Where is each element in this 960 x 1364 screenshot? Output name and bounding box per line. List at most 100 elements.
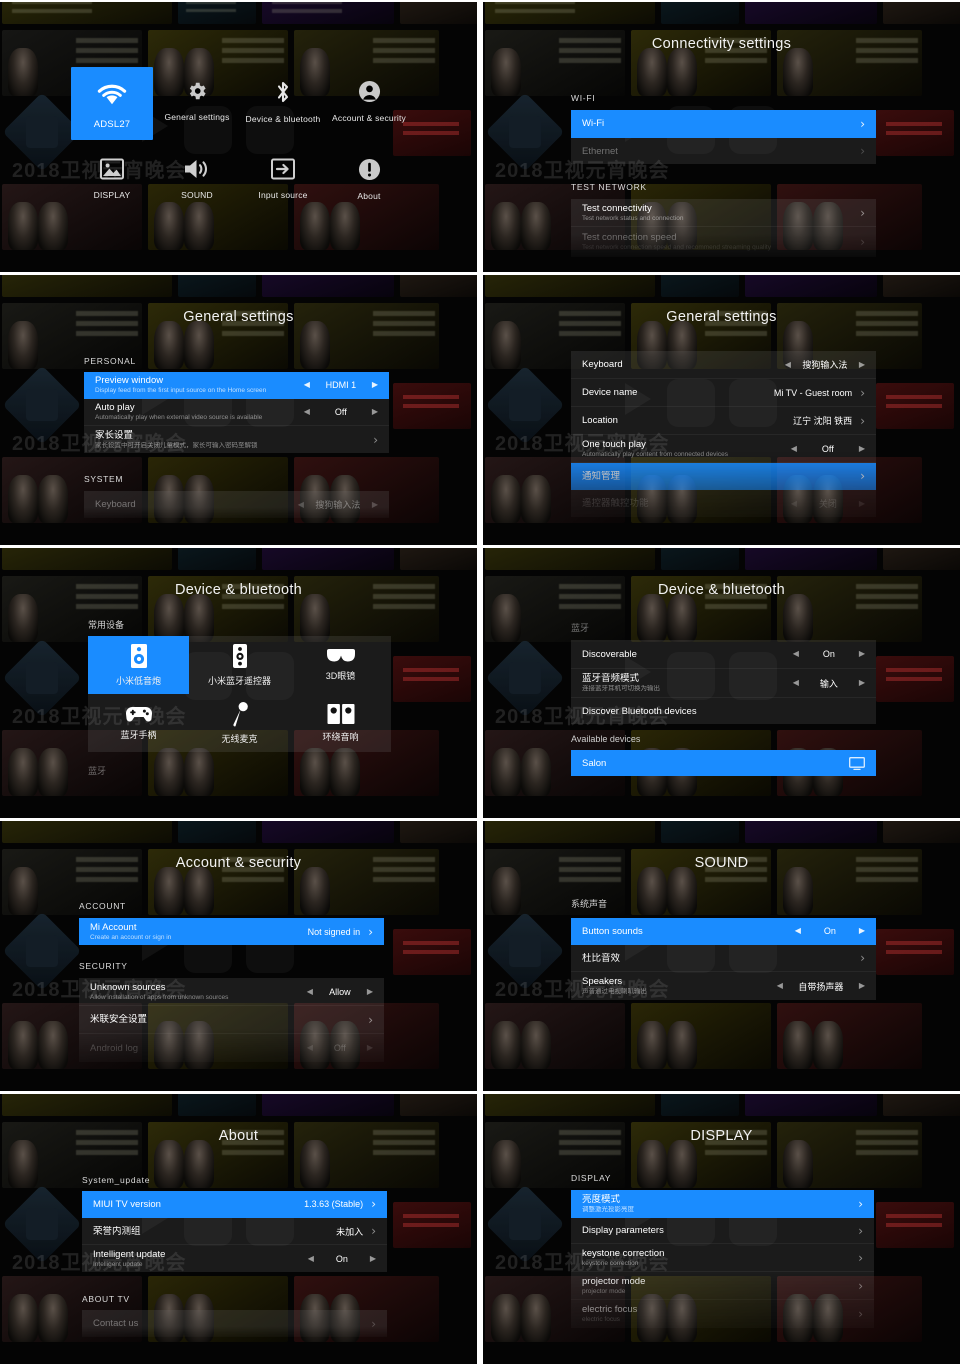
value-spinner[interactable]: ◀ On ▶	[795, 926, 865, 936]
device-subwoofer[interactable]: 小米低音炮	[88, 636, 189, 694]
row-title: Contact us	[93, 1318, 139, 1329]
device-label: 环绕音响	[322, 732, 359, 742]
arrow-right-icon[interactable]: ▶	[859, 499, 865, 508]
row-auto-play[interactable]: Auto play Automatically play when extern…	[84, 399, 389, 426]
arrow-left-icon[interactable]: ◀	[795, 927, 801, 935]
row-discover-bluetooth-devices[interactable]: Discover Bluetooth devices	[571, 698, 876, 724]
arrow-left-icon[interactable]: ◀	[777, 982, 783, 990]
row-unknown-sources[interactable]: Unknown sources Allow installation of ap…	[79, 978, 384, 1006]
row-one-touch-play[interactable]: One touch play Automatically play conten…	[571, 435, 876, 463]
row-display-parameters[interactable]: Display parameters ›	[571, 1218, 874, 1244]
value-spinner[interactable]: ◀ 搜狗输入法 ▶	[785, 358, 865, 371]
row-android-log[interactable]: Android log ◀ Off ▶	[79, 1034, 384, 1062]
row-electric-focus[interactable]: electric focus electric focus ›	[571, 1300, 874, 1328]
row-keyboard[interactable]: Keyboard ◀ 搜狗输入法 ▶	[84, 491, 389, 518]
arrow-right-icon[interactable]: ▶	[372, 500, 378, 509]
row-miui-tv-version[interactable]: MIUI TV version 1.3.63 (Stable) ›	[82, 1191, 387, 1218]
value-spinner[interactable]: ◀ 自带扬声器 ▶	[777, 980, 865, 993]
arrow-right-icon[interactable]: ▶	[370, 1254, 376, 1263]
chevron-right-icon: ›	[858, 1250, 863, 1265]
tile-sound[interactable]: SOUND	[158, 158, 236, 200]
row-wifi[interactable]: Wi-Fi ›	[571, 110, 876, 138]
row-contact-us[interactable]: Contact us ›	[82, 1310, 387, 1337]
bluetooth-icon	[274, 80, 292, 104]
row-device-name[interactable]: Device name Mi TV - Guest room ›	[571, 379, 876, 407]
row-remote-touch-function[interactable]: 遥控器触控功能 ◀ 关闭 ▶	[571, 490, 876, 517]
section-label-available-devices: Available devices	[571, 734, 641, 744]
row-mi-account[interactable]: Mi Account Create an account or sign in …	[79, 918, 384, 945]
row-bt-audio-mode[interactable]: 蓝牙音频模式 连接蓝牙耳机可切换为输出 ◀ 输入 ▶	[571, 669, 876, 698]
row-parental-settings[interactable]: 家长设置 家长设置中可开启关闭儿童模式，家长可输入密码至解锁 ›	[84, 426, 389, 453]
section-label-bluetooth: 蓝牙	[88, 766, 107, 776]
row-projector-mode[interactable]: projector mode projector mode ›	[571, 1272, 874, 1300]
arrow-right-icon[interactable]: ▶	[367, 1044, 373, 1052]
row-ethernet[interactable]: Ethernet ›	[571, 138, 876, 164]
arrow-left-icon[interactable]: ◀	[308, 1254, 314, 1263]
arrow-right-icon[interactable]: ▶	[372, 408, 378, 416]
row-value: Off	[821, 443, 834, 454]
arrow-right-icon[interactable]: ▶	[859, 444, 865, 453]
arrow-left-icon[interactable]: ◀	[304, 381, 310, 389]
device-3d-glasses[interactable]: 3D眼镜	[290, 636, 391, 694]
value-spinner[interactable]: ◀ Off ▶	[791, 444, 865, 454]
arrow-right-icon[interactable]: ▶	[859, 927, 865, 935]
value-spinner[interactable]: ◀ 关闭 ▶	[791, 497, 865, 510]
arrow-right-icon[interactable]: ▶	[859, 679, 865, 687]
row-dolby-audio[interactable]: 杜比音效 ›	[571, 945, 876, 972]
arrow-left-icon[interactable]: ◀	[307, 1044, 313, 1052]
row-brightness-mode[interactable]: 亮度模式 调整激光投影亮度 ›	[571, 1190, 874, 1218]
arrow-right-icon[interactable]: ▶	[859, 360, 865, 369]
arrow-left-icon[interactable]: ◀	[785, 360, 791, 369]
tile-wifi-adsl27[interactable]: ADSL27	[71, 67, 153, 140]
row-keyboard[interactable]: Keyboard ◀ 搜狗输入法 ▶	[571, 351, 876, 379]
arrow-left-icon[interactable]: ◀	[304, 408, 310, 416]
arrow-right-icon[interactable]: ▶	[859, 650, 865, 658]
row-intelligent-update[interactable]: Intelligent update Intelligent update ◀ …	[82, 1245, 387, 1272]
tile-device-bluetooth[interactable]: Device & bluetooth	[244, 80, 322, 124]
row-device-salon[interactable]: Salon	[571, 750, 876, 776]
value-spinner[interactable]: ◀ 搜狗输入法 ▶	[298, 498, 378, 511]
chevron-right-icon: ›	[371, 1197, 376, 1211]
device-bt-remote[interactable]: 小米蓝牙遥控器	[189, 636, 290, 694]
value-spinner[interactable]: ◀ HDMI 1 ▶	[304, 380, 378, 390]
value-spinner[interactable]: ◀ 输入 ▶	[793, 677, 865, 690]
arrow-left-icon[interactable]: ◀	[791, 499, 797, 508]
row-location[interactable]: Location 辽宁 沈阳 铁西 ›	[571, 407, 876, 435]
arrow-left-icon[interactable]: ◀	[307, 987, 313, 996]
device-surround-speakers[interactable]: 环绕音响	[290, 694, 391, 752]
row-speakers[interactable]: Speakers 声音通过电视喇叭输出 ◀ 自带扬声器 ▶	[571, 972, 876, 1000]
row-test-connection-speed[interactable]: Test connection speed Test network conne…	[571, 227, 876, 257]
row-discoverable[interactable]: Discoverable ◀ On ▶	[571, 640, 876, 669]
row-keystone-correction[interactable]: keystone correction keystone correction …	[571, 1244, 874, 1272]
arrow-left-icon[interactable]: ◀	[791, 444, 797, 453]
tile-general-settings[interactable]: General settings	[158, 80, 236, 122]
tile-account-security[interactable]: Account & security	[330, 80, 408, 123]
row-preview-window[interactable]: Preview window Display feed from the fir…	[84, 372, 389, 399]
row-title: Auto play	[95, 402, 135, 413]
row-title: Location	[582, 415, 618, 426]
arrow-left-icon[interactable]: ◀	[298, 500, 304, 509]
tile-about[interactable]: About	[330, 158, 408, 201]
tile-display[interactable]: DISPLAY	[73, 158, 151, 200]
row-button-sounds[interactable]: Button sounds ◀ On ▶	[571, 918, 876, 945]
gear-icon	[186, 80, 208, 102]
row-beta-group[interactable]: 荣誉内测组 未加入 ›	[82, 1218, 387, 1245]
arrow-right-icon[interactable]: ▶	[372, 381, 378, 389]
value-spinner[interactable]: ◀ Off ▶	[304, 407, 378, 417]
device-gamepad[interactable]: 蓝牙手柄	[88, 694, 189, 752]
arrow-right-icon[interactable]: ▶	[859, 982, 865, 990]
value-spinner[interactable]: ◀ On ▶	[793, 649, 865, 659]
row-milian-security-settings[interactable]: 米联安全设置 ›	[79, 1006, 384, 1034]
arrow-left-icon[interactable]: ◀	[793, 650, 799, 658]
row-notification-management[interactable]: 通知管理 ›	[571, 463, 876, 490]
row-test-connectivity[interactable]: Test connectivity Test network status an…	[571, 199, 876, 227]
list-test-network: Test connectivity Test network status an…	[571, 199, 876, 257]
arrow-right-icon[interactable]: ▶	[367, 987, 373, 996]
arrow-left-icon[interactable]: ◀	[793, 679, 799, 687]
row-title: Mi Account	[90, 921, 137, 933]
value-spinner[interactable]: ◀ Off ▶	[307, 1043, 373, 1053]
device-wireless-mic[interactable]: 无线麦克	[189, 694, 290, 752]
value-spinner[interactable]: ◀ Allow ▶	[307, 987, 373, 997]
value-spinner[interactable]: ◀ On ▶	[308, 1254, 376, 1264]
tile-input-source[interactable]: Input source	[244, 158, 322, 200]
